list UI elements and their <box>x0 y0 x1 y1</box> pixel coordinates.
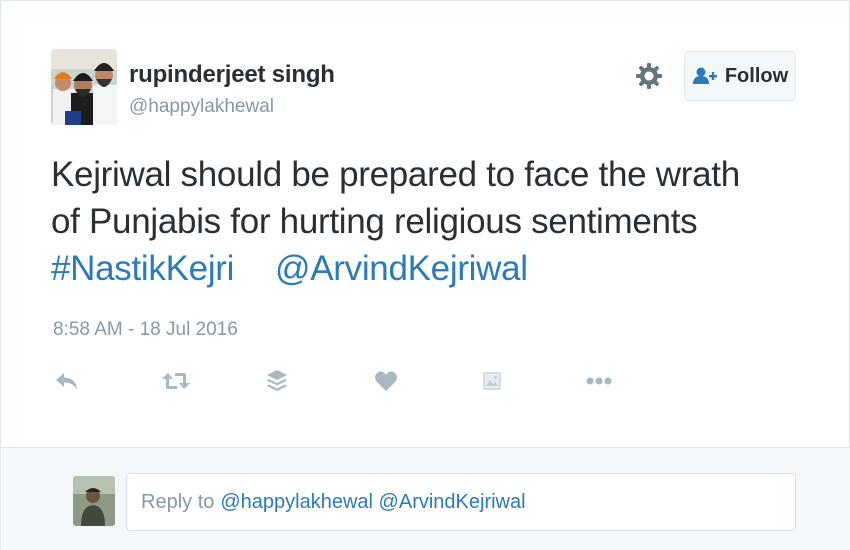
user-avatar[interactable] <box>51 49 117 125</box>
follow-label: Follow <box>724 64 789 87</box>
reply-prefix: Reply to <box>141 490 215 513</box>
current-user-avatar <box>73 476 115 526</box>
media-icon[interactable] <box>476 363 508 399</box>
add-user-icon <box>692 67 717 84</box>
tweet-text: Kejriwal should be prepared to face the … <box>51 151 811 292</box>
user-handle[interactable]: @happylakhewal <box>129 96 274 118</box>
more-icon[interactable] <box>583 363 615 399</box>
layers-icon[interactable] <box>261 363 293 399</box>
reply-input[interactable]: Reply to @happylakhewal @ArvindKejriwal <box>126 473 796 531</box>
reply-mentions: @happylakhewal @ArvindKejriwal <box>220 490 526 513</box>
user-name[interactable]: rupinderjeet singh <box>129 61 335 89</box>
tweet-links-line: #NastikKejri @ArvindKejriwal <box>51 245 811 292</box>
heart-icon[interactable] <box>370 363 402 399</box>
reply-area: Reply to @happylakhewal @ArvindKejriwal <box>1 447 850 550</box>
reply-icon[interactable] <box>51 363 83 399</box>
tweet-card: rupinderjeet singh @happylakhewal Follow… <box>0 0 850 550</box>
tweet-header: rupinderjeet singh @happylakhewal Follow <box>51 49 801 129</box>
follow-button[interactable]: Follow <box>684 51 796 101</box>
gear-icon[interactable] <box>634 61 664 91</box>
tweet-actions <box>51 363 651 399</box>
hashtag-link[interactable]: #NastikKejri <box>51 249 234 288</box>
retweet-icon[interactable] <box>158 363 194 399</box>
tweet-text-line-2: of Punjabis for hurting religious sentim… <box>51 202 698 241</box>
mention-link[interactable]: @ArvindKejriwal <box>275 249 528 288</box>
tweet-timestamp[interactable]: 8:58 AM - 18 Jul 2016 <box>53 319 238 341</box>
tweet-text-line-1: Kejriwal should be prepared to face the … <box>51 155 740 194</box>
